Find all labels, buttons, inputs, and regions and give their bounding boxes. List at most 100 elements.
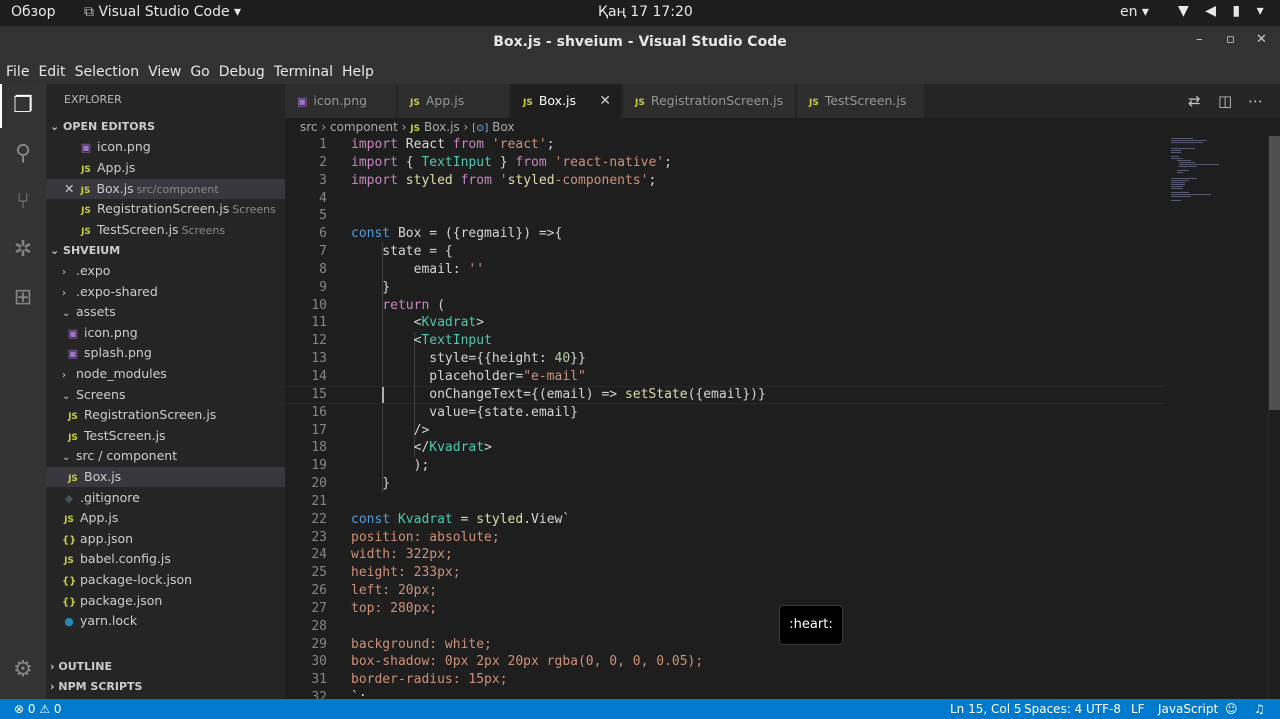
tab-box-js[interactable]: JS Box.js ✕ <box>511 84 622 118</box>
tab-app-js[interactable]: JS App.js <box>398 84 510 118</box>
tab-registration-screen[interactable]: JS RegistrationScreen.js <box>623 84 796 118</box>
code-line[interactable]: value={state.email} <box>351 404 1161 422</box>
code-line[interactable]: width: 322px; <box>351 546 1161 564</box>
outline-header[interactable]: › OUTLINE <box>46 656 285 678</box>
code-line[interactable]: `; <box>351 689 1161 699</box>
code-line[interactable] <box>351 618 1161 636</box>
code-line[interactable]: position: absolute; <box>351 529 1161 547</box>
tree-file[interactable]: JS babel.config.js <box>46 549 285 569</box>
overview-button[interactable]: Обзор <box>11 4 56 20</box>
code-line[interactable]: const Kvadrat = styled.View` <box>351 511 1161 529</box>
tree-file[interactable]: JS RegistrationScreen.js <box>46 405 285 425</box>
tab-test-screen[interactable]: JS TestScreen.js <box>797 84 925 118</box>
tree-file[interactable]: JS TestScreen.js <box>46 426 285 446</box>
cursor-position[interactable]: Ln 15, Col 5 <box>950 699 1022 719</box>
menu-go[interactable]: Go <box>190 60 209 84</box>
extensions-icon[interactable]: ⊞ <box>9 284 37 312</box>
code-line[interactable]: border-radius: 15px; <box>351 671 1161 689</box>
tree-file[interactable]: ● yarn.lock <box>46 611 285 631</box>
language-indicator[interactable]: en ▾ <box>1120 4 1149 20</box>
breadcrumb-symbol[interactable]: Box <box>492 120 514 134</box>
app-menu-button[interactable]: ⧉ Visual Studio Code ▾ <box>84 4 241 20</box>
tab-icon-png[interactable]: ▣ icon.png <box>285 84 397 118</box>
tree-file[interactable]: {} package-lock.json <box>46 570 285 590</box>
code-line[interactable]: /> <box>351 422 1161 440</box>
tree-folder[interactable]: ⌄ Screens <box>46 385 285 405</box>
code-line[interactable]: return ( <box>351 297 1161 315</box>
breadcrumb-file[interactable]: Box.js <box>424 120 460 134</box>
scrollbar-thumb[interactable] <box>1269 136 1280 410</box>
vertical-scrollbar[interactable] <box>1268 136 1280 699</box>
open-editor-item[interactable]: ▣ icon.png <box>46 137 285 157</box>
code-lines[interactable]: import React from 'react'; import { TextI… <box>351 136 1161 699</box>
open-editor-item[interactable]: ✕ JS Box.js src/component <box>46 179 285 199</box>
code-line[interactable]: } <box>351 475 1161 493</box>
code-line[interactable]: } <box>351 279 1161 297</box>
source-control-icon[interactable]: ⑂ <box>9 188 37 216</box>
code-line[interactable]: style={{height: 40}} <box>351 350 1161 368</box>
files-icon[interactable]: ❐ <box>0 84 37 128</box>
code-line[interactable]: </Kvadrat> <box>351 439 1161 457</box>
tree-file[interactable]: JS Box.js <box>46 467 285 487</box>
more-actions-icon[interactable]: ⋯ <box>1248 92 1263 110</box>
code-line[interactable]: ); <box>351 457 1161 475</box>
search-icon[interactable]: ⚲ <box>9 140 37 168</box>
settings-gear-icon[interactable]: ⚙ <box>9 656 37 684</box>
tree-folder[interactable]: › .expo <box>46 261 285 281</box>
code-line[interactable] <box>351 493 1161 511</box>
code-line[interactable]: <TextInput <box>351 332 1161 350</box>
code-line[interactable]: onChangeText={(email) => setState({email… <box>351 386 1161 404</box>
tree-file[interactable]: ▣ splash.png <box>46 343 285 363</box>
tree-file[interactable]: {} package.json <box>46 591 285 611</box>
code-line[interactable]: import styled from 'styled-components'; <box>351 172 1161 190</box>
feedback-smiley-icon[interactable]: ☺ <box>1225 699 1238 719</box>
close-tab-icon[interactable]: ✕ <box>599 84 611 118</box>
menu-view[interactable]: View <box>148 60 181 84</box>
close-icon[interactable]: ✕ <box>64 181 74 196</box>
tree-folder[interactable]: › node_modules <box>46 364 285 384</box>
breadcrumb-component[interactable]: component <box>330 120 398 134</box>
language-mode[interactable]: JavaScript <box>1158 699 1218 719</box>
eol-setting[interactable]: LF <box>1131 699 1145 719</box>
debug-icon[interactable]: ✲ <box>9 236 37 264</box>
menu-selection[interactable]: Selection <box>75 60 140 84</box>
code-line[interactable]: <Kvadrat> <box>351 314 1161 332</box>
code-line[interactable]: import { TextInput } from 'react-native'… <box>351 154 1161 172</box>
maximize-button[interactable]: ▫ <box>1226 32 1235 47</box>
menu-debug[interactable]: Debug <box>219 60 265 84</box>
menu-edit[interactable]: Edit <box>38 60 65 84</box>
open-editors-header[interactable]: ⌄ OPEN EDITORS <box>46 116 285 138</box>
open-editor-item[interactable]: JS TestScreen.js Screens <box>46 220 285 240</box>
tree-file[interactable]: JS App.js <box>46 508 285 528</box>
project-header[interactable]: ⌄ SHVEIUM <box>46 240 285 262</box>
breadcrumb-src[interactable]: src <box>300 120 318 134</box>
split-editor-icon[interactable]: ◫ <box>1218 92 1232 110</box>
open-editor-item[interactable]: JS RegistrationScreen.js Screens <box>46 199 285 219</box>
clock[interactable]: Қаң 17 17:20 <box>598 4 693 20</box>
code-line[interactable]: state = { <box>351 243 1161 261</box>
tree-folder[interactable]: › .expo-shared <box>46 282 285 302</box>
tree-file[interactable]: ◆ .gitignore <box>46 488 285 508</box>
notifications-bell-icon[interactable]: ♫ <box>1254 699 1265 719</box>
indentation-setting[interactable]: Spaces: 4 <box>1024 699 1082 719</box>
tree-file[interactable]: ▣ icon.png <box>46 323 285 343</box>
code-line[interactable]: import React from 'react'; <box>351 136 1161 154</box>
menu-file[interactable]: File <box>6 60 29 84</box>
minimize-button[interactable]: – <box>1196 32 1203 47</box>
code-editor[interactable]: 1 2 3 4 5 6 7 8 9 10 11 12 13 14 15 16 17 18 19 20 21 22 23 24 2… <box>285 136 1165 699</box>
code-line[interactable]: const Box = ({regmail}) =>{ <box>351 225 1161 243</box>
menu-help[interactable]: Help <box>342 60 374 84</box>
tree-file[interactable]: {} app.json <box>46 529 285 549</box>
code-line[interactable]: background: white; <box>351 636 1161 654</box>
encoding-setting[interactable]: UTF-8 <box>1086 699 1121 719</box>
tree-folder[interactable]: ⌄ src / component <box>46 446 285 466</box>
problems-indicator[interactable]: ⊗ 0 ⚠ 0 <box>14 699 62 719</box>
code-line[interactable]: box-shadow: 0px 2px 20px rgba(0, 0, 0, 0… <box>351 653 1161 671</box>
code-line[interactable] <box>351 190 1161 208</box>
code-line[interactable]: placeholder="e-mail" <box>351 368 1161 386</box>
code-line[interactable]: height: 233px; <box>351 564 1161 582</box>
code-line[interactable]: email: '' <box>351 261 1161 279</box>
menu-terminal[interactable]: Terminal <box>274 60 333 84</box>
system-status-icons[interactable]: ▼ ◀ ▮ ▾ <box>1178 3 1270 19</box>
close-window-button[interactable]: ✕ <box>1256 32 1267 47</box>
